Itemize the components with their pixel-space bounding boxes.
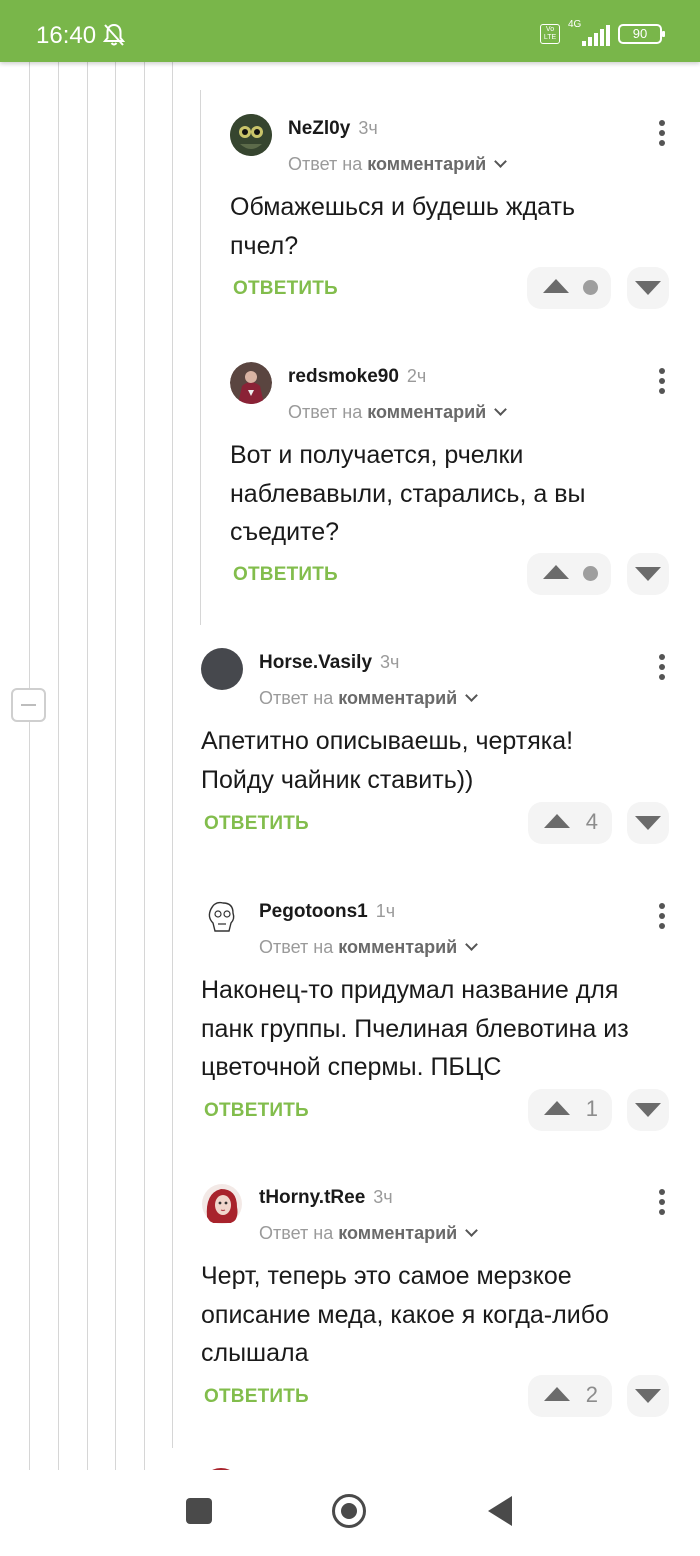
score-dot — [583, 280, 598, 295]
more-icon[interactable] — [658, 903, 666, 931]
comment-time: 2ч — [406, 366, 427, 386]
comment-text: Наконец-то придумал название для панк гру… — [201, 976, 629, 1081]
score: 4 — [585, 809, 598, 834]
comment-time: 1ч — [375, 901, 396, 921]
chevron-down-icon — [465, 1224, 479, 1237]
thread-line — [87, 62, 88, 1472]
reply-to[interactable]: Ответ на комментарий — [288, 402, 508, 423]
arrow-up-icon — [544, 814, 570, 828]
comment: NeZl0y 3ч Ответ на комментарий Обмажешься… — [230, 114, 670, 314]
comment-author[interactable]: Horse.Vasily 3ч — [259, 652, 399, 674]
comment-time: 3ч — [380, 652, 400, 672]
chevron-down-icon — [494, 403, 508, 416]
chevron-down-icon — [465, 938, 479, 951]
thread-line — [144, 62, 145, 1472]
status-bar: 16:40 Vo LTE 4G 90 — [0, 0, 700, 62]
more-icon[interactable] — [658, 1189, 666, 1217]
comment-text: Черт, теперь это самое мерзкое описание м… — [201, 1262, 609, 1367]
reply-to[interactable]: Ответ на комментарий — [259, 688, 479, 709]
avatar[interactable] — [201, 648, 243, 690]
upvote-button[interactable]: 1 — [528, 1089, 612, 1131]
score-dot — [583, 566, 598, 581]
upvote-button[interactable]: 2 — [528, 1375, 612, 1417]
home-icon[interactable] — [332, 1494, 366, 1528]
network-type: 4G — [568, 19, 582, 30]
arrow-up-icon — [544, 1101, 570, 1115]
reply-button[interactable]: ОТВЕТИТЬ — [204, 1100, 309, 1122]
avatar[interactable] — [230, 114, 272, 156]
volte-icon: Vo LTE — [540, 24, 560, 44]
comment-text: Обмажешься и будешь ждать пчел? — [230, 193, 576, 260]
status-time: 16:40 — [36, 22, 97, 49]
comment-author[interactable]: NeZl0y 3ч — [288, 118, 378, 140]
downvote-button[interactable] — [627, 1375, 669, 1417]
score: 2 — [585, 1382, 598, 1407]
reply-to[interactable]: Ответ на комментарий — [259, 937, 479, 958]
reply-to[interactable]: Ответ на комментарий — [259, 1223, 479, 1244]
thread-line — [172, 62, 173, 1448]
arrow-up-icon — [544, 1387, 570, 1401]
downvote-button[interactable] — [627, 1089, 669, 1131]
arrow-up-icon — [543, 279, 569, 293]
thread-line — [115, 62, 116, 1472]
reply-button[interactable]: ОТВЕТИТЬ — [204, 813, 309, 835]
thread-line — [200, 90, 201, 625]
chevron-down-icon — [494, 155, 508, 168]
comment-author[interactable]: tHorny.tRee 3ч — [259, 1187, 393, 1209]
collapse-thread-button[interactable] — [11, 688, 46, 722]
avatar[interactable] — [201, 1183, 243, 1225]
battery-icon: 90 — [618, 24, 665, 44]
downvote-button[interactable] — [627, 553, 669, 595]
more-icon[interactable] — [658, 368, 666, 396]
bell-off-icon — [102, 23, 126, 46]
comment: Pegotoons1 1ч Ответ на комментарий Наконе… — [201, 897, 671, 1137]
score: 1 — [585, 1096, 598, 1121]
back-icon[interactable] — [488, 1496, 512, 1526]
reply-button[interactable]: ОТВЕТИТЬ — [204, 1386, 309, 1408]
comment-author[interactable]: Pegotoons1 1ч — [259, 901, 395, 923]
thread-line — [58, 62, 59, 1472]
upvote-button[interactable]: 4 — [528, 802, 612, 844]
comment: Horse.Vasily 3ч Ответ на комментарий Апет… — [201, 648, 671, 848]
downvote-button[interactable] — [627, 802, 669, 844]
upvote-button[interactable] — [527, 553, 611, 595]
thread-line — [29, 62, 30, 1472]
arrow-up-icon — [543, 565, 569, 579]
more-icon[interactable] — [658, 120, 666, 148]
recents-icon[interactable] — [186, 1498, 212, 1524]
comment-time: 3ч — [358, 118, 378, 138]
comment: redsmoke90 2ч Ответ на комментарий Вот и … — [230, 362, 670, 602]
avatar[interactable] — [201, 897, 243, 939]
reply-button[interactable]: ОТВЕТИТЬ — [233, 278, 338, 300]
comment-text: Апетитно описываешь, чертяка! Пойду чайни… — [201, 727, 574, 794]
comment-author[interactable]: redsmoke90 2ч — [288, 366, 426, 388]
reply-to[interactable]: Ответ на комментарий — [288, 154, 508, 175]
reply-button[interactable]: ОТВЕТИТЬ — [233, 564, 338, 586]
avatar[interactable] — [230, 362, 272, 404]
more-icon[interactable] — [658, 654, 666, 682]
signal-icon: 4G — [568, 19, 610, 46]
upvote-button[interactable] — [527, 267, 611, 309]
navigation-bar — [0, 1470, 700, 1556]
downvote-button[interactable] — [627, 267, 669, 309]
comment-text: Вот и получается, рчелки наблевавыли, ста… — [230, 441, 586, 546]
comment-time: 3ч — [373, 1187, 393, 1207]
comment: tHorny.tRee 3ч Ответ на комментарий Черт,… — [201, 1183, 671, 1423]
chevron-down-icon — [465, 689, 479, 702]
